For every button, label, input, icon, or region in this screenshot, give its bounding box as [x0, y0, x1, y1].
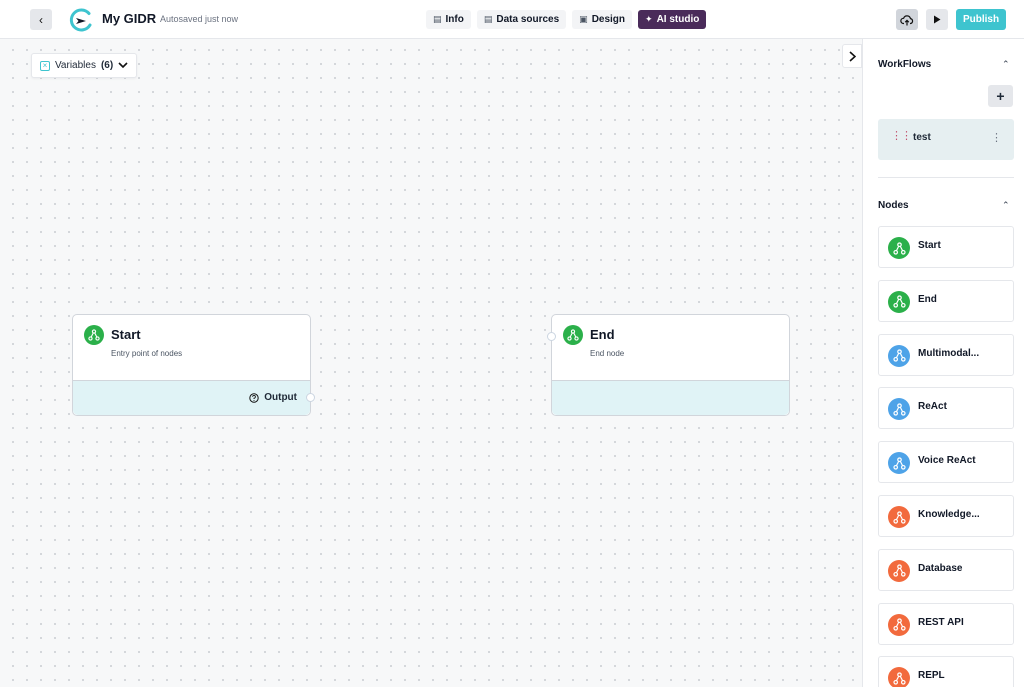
drag-handle-icon[interactable]: ⋮⋮ — [891, 131, 912, 142]
nodes-title: Nodes — [878, 200, 909, 211]
node-type-label: Knowledge... — [918, 509, 980, 520]
chevron-up-icon[interactable]: ⌃ — [1002, 59, 1010, 70]
node-title: Start — [111, 327, 141, 342]
workflow-node-icon — [888, 559, 910, 582]
node-type-card[interactable]: Database — [878, 548, 1014, 591]
variables-icon: × — [40, 60, 50, 71]
top-bar: ‹ My GIDR Autosaved just now ▤ Info ▤ Da… — [0, 0, 1024, 39]
run-button[interactable] — [926, 9, 948, 30]
divider — [878, 177, 1014, 178]
node-type-label: Multimodal... — [918, 347, 980, 359]
node-type-label: ReAct — [918, 401, 947, 413]
node-type-card[interactable]: Voice ReAct — [878, 441, 1014, 484]
main-nav: ▤ Info ▤ Data sources ▣ Design ✦ AI stud… — [426, 10, 707, 29]
workflow-node-icon — [888, 398, 910, 421]
image-icon: ▣ — [579, 14, 588, 24]
node-subtitle: End node — [590, 349, 625, 358]
end-node[interactable]: End End node — [547, 314, 790, 416]
workflow-node-icon — [888, 506, 910, 528]
node-type-card[interactable]: End — [878, 279, 1014, 322]
chevron-up-icon[interactable]: ⌃ — [1002, 200, 1010, 211]
input-handle[interactable] — [547, 332, 556, 341]
node-type-label: REST API — [918, 616, 964, 628]
node-type-card[interactable]: REPL — [878, 656, 1014, 687]
tab-ai-studio[interactable]: ✦ AI studio — [638, 10, 707, 29]
chevron-left-icon: ‹ — [39, 12, 43, 27]
collapse-sidebar-button[interactable] — [842, 44, 862, 68]
node-ports — [552, 380, 789, 415]
node-title: End — [590, 327, 615, 342]
sparkle-icon: ✦ — [645, 14, 653, 24]
workflow-item[interactable]: ⋮⋮ test ⋮ — [878, 119, 1014, 160]
node-type-label: Voice ReAct — [918, 455, 976, 467]
help-circle-icon — [249, 392, 259, 403]
node-subtitle: Entry point of nodes — [111, 349, 183, 358]
node-type-label: Start — [918, 240, 941, 251]
node-type-card[interactable]: Multimodal... — [878, 333, 1014, 376]
cloud-upload-icon — [900, 14, 914, 25]
workflow-node-icon — [888, 344, 910, 367]
workflow-node-icon — [84, 325, 104, 345]
variables-dropdown[interactable]: × Variables (6) — [31, 53, 138, 78]
right-sidebar: WorkFlows ⌃ + ⋮⋮ test ⋮ Nodes ⌃ Start End… — [862, 39, 1024, 687]
chevron-right-icon — [848, 50, 856, 62]
document-icon: ▤ — [433, 14, 442, 24]
tab-data-sources[interactable]: ▤ Data sources — [476, 10, 567, 29]
start-node[interactable]: Start Entry point of nodes Output — [72, 314, 315, 416]
chevron-down-icon — [118, 62, 128, 69]
publish-button[interactable]: Publish — [956, 9, 1006, 30]
node-type-card[interactable]: Knowledge... — [878, 495, 1014, 537]
database-icon: ▤ — [483, 14, 493, 24]
node-type-label: REPL — [918, 670, 945, 682]
tab-design[interactable]: ▣ Design — [572, 10, 633, 29]
workflows-title: WorkFlows — [878, 59, 932, 70]
add-workflow-button[interactable]: + — [988, 85, 1013, 107]
node-type-label: Database — [918, 562, 963, 574]
workflow-name: test — [913, 132, 931, 143]
node-type-label: End — [918, 293, 937, 305]
play-icon — [934, 15, 941, 24]
workflow-node-icon — [888, 237, 910, 259]
workflow-node-icon — [563, 325, 583, 345]
node-type-card[interactable]: ReAct — [878, 387, 1014, 430]
workflow-canvas[interactable]: × Variables (6) Start Entry point of nod… — [0, 39, 862, 687]
workflow-node-icon — [888, 290, 910, 313]
workflow-node-icon — [888, 613, 910, 636]
tab-info[interactable]: ▤ Info — [426, 10, 471, 29]
back-button[interactable]: ‹ — [30, 9, 52, 30]
workflow-node-icon — [888, 667, 910, 687]
cloud-upload-button[interactable] — [896, 9, 918, 30]
node-type-card[interactable]: REST API — [878, 602, 1014, 645]
app-title: My GIDR — [102, 11, 157, 26]
output-handle[interactable] — [306, 393, 315, 402]
variables-count: (6) — [100, 60, 114, 71]
autosave-status: Autosaved just now — [160, 14, 239, 24]
variables-label: Variables — [55, 60, 96, 71]
node-ports: Output — [73, 380, 310, 415]
app-logo — [69, 8, 92, 32]
more-options-icon[interactable]: ⋮ — [991, 131, 1002, 144]
output-port-label: Output — [249, 392, 297, 403]
workflow-node-icon — [888, 452, 910, 475]
node-type-card[interactable]: Start — [878, 226, 1014, 268]
